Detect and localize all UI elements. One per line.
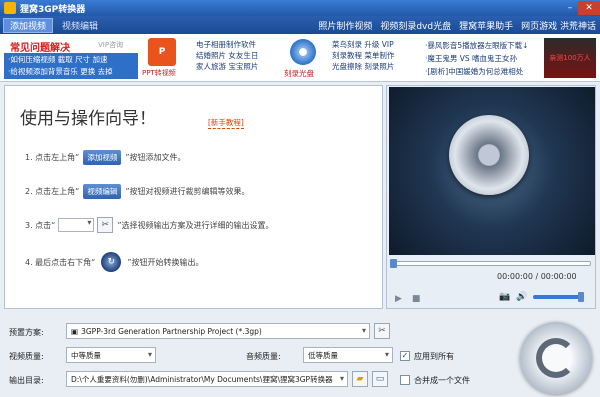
ppt-icon[interactable]: P xyxy=(148,38,176,66)
audio-quality-label: 音频质量: xyxy=(246,352,281,361)
link-dvd-burn[interactable]: 视频刻录dvd光盘 xyxy=(376,19,455,32)
tutorial-link[interactable]: [新手教程] xyxy=(208,117,244,129)
add-video-button[interactable]: 添加视频 xyxy=(83,150,122,165)
faq-item[interactable]: ·给视频添加背景音乐 更换 去掉 xyxy=(8,66,134,78)
window-title: 狸窝3GP转换器 xyxy=(20,4,86,15)
faq-title: 常见问题解决 xyxy=(10,43,70,54)
preset-dropdown[interactable]: ▣ 3GPP-3rd Generation Partnership Projec… xyxy=(66,323,370,339)
tab-video-edit[interactable]: 视频编辑 xyxy=(56,18,104,33)
title-bar: 狸窝3GP转换器 – ✕ xyxy=(0,0,600,16)
album-link[interactable]: 电子相册制作软件 xyxy=(196,39,258,50)
step-3: 3. 点击“ ✂ ”选择视频输出方案及进行详细的输出设置。 xyxy=(25,217,273,233)
chevron-down-icon: ▾ xyxy=(339,374,344,383)
guide-panel: 使用与操作向导！ [新手教程] 1. 点击左上角“ 添加视频 ”按钮添加文件。 … xyxy=(4,85,383,309)
apply-all-label: 应用到所有 xyxy=(414,352,454,361)
convert-button[interactable] xyxy=(520,322,592,394)
chevron-down-icon: ▾ xyxy=(384,350,389,359)
close-icon[interactable]: ✕ xyxy=(578,1,600,15)
tab-add-video[interactable]: 添加视频 xyxy=(3,17,54,33)
step-text: 1. 点击左上角“ xyxy=(25,153,80,162)
step-text: ”按钮对视频进行裁剪编辑等效果。 xyxy=(125,187,250,196)
faq-box: ·如何压缩视频 截取 尺寸 加速 ·给视频添加背景音乐 更换 去掉 xyxy=(4,53,138,79)
news-link[interactable]: ·[剧析]中国媛婚为何总难相处 xyxy=(425,65,528,78)
media-controls: 📷 🔊 xyxy=(499,292,585,302)
apply-all-checkbox[interactable]: ✓ xyxy=(400,351,410,361)
audio-quality-value: 低等质量 xyxy=(308,350,338,360)
audio-quality-select[interactable]: 低等质量 ▾ xyxy=(303,347,393,363)
burn-disc-link[interactable]: 刻录光盘 xyxy=(284,68,314,79)
camera-icon[interactable]: 📷 xyxy=(499,292,510,302)
speaker-icon[interactable]: 🔊 xyxy=(516,292,527,302)
volume-handle[interactable] xyxy=(578,292,585,302)
open-folder-icon[interactable]: ▭ xyxy=(372,371,388,387)
news-link[interactable]: ·暴风影音5播放器左眼版下载↓ xyxy=(425,39,528,52)
settings-panel: 预置方案: ▣ 3GPP-3rd Generation Partnership … xyxy=(0,314,600,397)
video-preview xyxy=(389,87,595,255)
preset-label: 预置方案: xyxy=(9,328,44,337)
merge-checkbox[interactable] xyxy=(400,375,410,385)
video-quality-label: 视频质量: xyxy=(9,352,44,361)
faq-item[interactable]: ·如何压缩视频 截取 尺寸 加速 xyxy=(8,54,134,66)
merge-label: 合并成一个文件 xyxy=(414,376,470,385)
app-logo-icon xyxy=(4,2,16,14)
format-icon: ▣ xyxy=(71,326,79,336)
convert-arrow-icon xyxy=(536,338,576,378)
minimize-icon[interactable]: – xyxy=(562,1,578,15)
burn-link[interactable]: 光盘擦除 刻录照片 xyxy=(332,61,394,72)
seek-handle[interactable] xyxy=(390,259,397,268)
timecode: 00:00:00 / 00:00:00 xyxy=(497,272,577,281)
folder-icon[interactable]: ▰ xyxy=(352,371,368,387)
output-dir-value: D:\个人重要资料(勿删)\Administrator\My Documents… xyxy=(71,374,333,384)
preset-select[interactable] xyxy=(58,218,95,232)
convert-icon[interactable]: ↻ xyxy=(101,252,122,272)
settings-tools-icon[interactable]: ✂ xyxy=(97,217,114,233)
chevron-down-icon: ▾ xyxy=(361,326,366,335)
promo-image[interactable]: 亲测100万人 xyxy=(544,38,596,78)
burn-links: 菜鸟刻录 升级 VIP 刻录教程 菜单制作 光盘擦除 刻录照片 xyxy=(332,39,394,72)
step-4: 4. 最后点击右下角“ ↻ ”按钮开始转换输出。 xyxy=(25,252,203,272)
news-link[interactable]: ·魔王鬼男 VS 嗜血鬼王女孙 xyxy=(425,52,528,65)
stop-icon[interactable]: ■ xyxy=(412,294,421,304)
play-icon[interactable]: ▶ xyxy=(395,294,402,304)
burn-link[interactable]: 刻录教程 菜单制作 xyxy=(332,50,394,61)
preset-value: 3GPP-3rd Generation Partnership Project … xyxy=(81,326,262,336)
ad-bar: 常见问题解决 VIP咨询 ·如何压缩视频 截取 尺寸 加速 ·给视频添加背景音乐… xyxy=(0,34,600,82)
link-apple-helper[interactable]: 狸窝苹果助手 xyxy=(455,19,517,32)
ppt-link[interactable]: PPT转视频 xyxy=(142,68,176,78)
video-quality-select[interactable]: 中等质量 ▾ xyxy=(66,347,156,363)
step-text: 4. 最后点击右下角“ xyxy=(25,257,96,267)
guide-title: 使用与操作向导！ xyxy=(20,109,156,129)
step-text: ”选择视频输出方案及进行详细的输出设置。 xyxy=(117,220,274,230)
album-link[interactable]: 结婚照片 女友生日 xyxy=(196,50,258,61)
video-edit-button[interactable]: 视频编辑 xyxy=(83,184,122,199)
album-links: 电子相册制作软件 结婚照片 女友生日 家人旅游 宝宝照片 xyxy=(196,39,258,72)
output-dir-field[interactable]: D:\个人重要资料(勿删)\Administrator\My Documents… xyxy=(66,371,348,387)
step-1: 1. 点击左上角“ 添加视频 ”按钮添加文件。 xyxy=(25,150,185,165)
seek-bar[interactable] xyxy=(390,259,591,268)
volume-slider[interactable] xyxy=(533,292,585,302)
news-links: ·暴风影音5播放器左眼版下载↓ ·魔王鬼男 VS 嗜血鬼王女孙 ·[剧析]中国媛… xyxy=(425,39,528,78)
chevron-down-icon: ▾ xyxy=(147,350,152,359)
film-reel-icon xyxy=(449,115,529,195)
video-player: 00:00:00 / 00:00:00 ▶ ■ 📷 🔊 xyxy=(386,85,596,309)
output-dir-label: 输出目录: xyxy=(9,376,44,385)
link-photo-video[interactable]: 照片制作视频 xyxy=(314,19,376,32)
step-text: ”按钮开始转换输出。 xyxy=(127,257,204,267)
vip-link[interactable]: VIP咨询 xyxy=(98,40,123,50)
link-web-game[interactable]: 网页游戏 洪荒神话 xyxy=(517,19,600,32)
step-text: 3. 点击“ xyxy=(25,220,56,230)
menu-bar: 添加视频 视频编辑 照片制作视频 视频刻录dvd光盘 狸窝苹果助手 网页游戏 洪… xyxy=(0,16,600,34)
video-quality-value: 中等质量 xyxy=(71,350,101,360)
step-text: ”按钮添加文件。 xyxy=(125,153,186,162)
disc-icon[interactable] xyxy=(290,39,316,65)
step-2: 2. 点击左上角“ 视频编辑 ”按钮对视频进行裁剪编辑等效果。 xyxy=(25,184,249,199)
playback-controls: ▶ ■ xyxy=(395,294,420,304)
burn-link[interactable]: 菜鸟刻录 升级 VIP xyxy=(332,39,394,50)
album-link[interactable]: 家人旅游 宝宝照片 xyxy=(196,61,258,72)
step-text: 2. 点击左上角“ xyxy=(25,187,80,196)
settings-icon[interactable]: ✂ xyxy=(374,323,390,339)
